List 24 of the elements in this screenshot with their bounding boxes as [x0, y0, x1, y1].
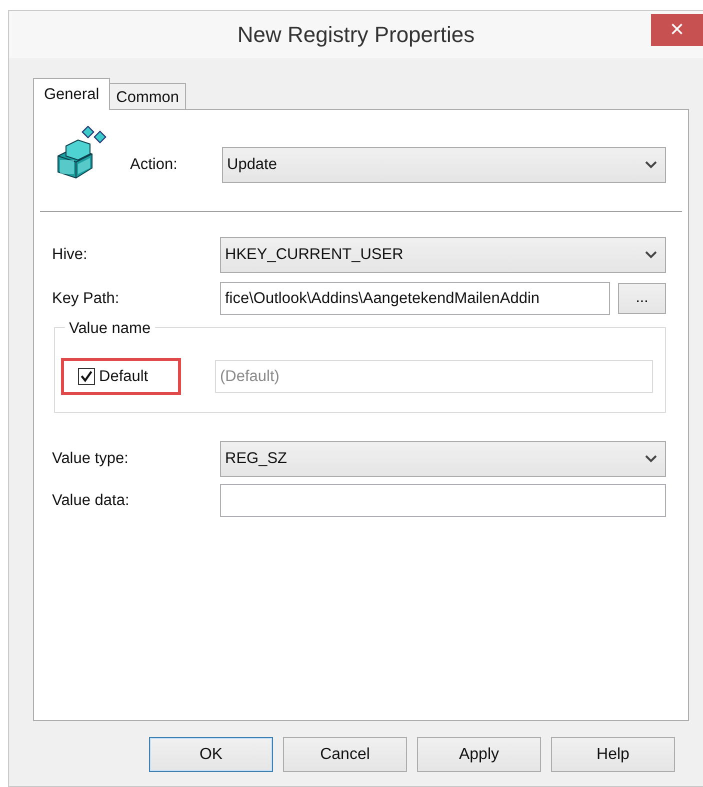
default-checkbox[interactable]: Default	[61, 358, 181, 395]
field-label: Key Path:	[52, 288, 120, 309]
tab[interactable]: General	[33, 78, 110, 110]
tab[interactable]: Common	[109, 83, 186, 109]
key-path-field[interactable]: fice\Outlook\Addins\AangetekendMailenAddin	[220, 282, 610, 315]
chevron-down-icon	[645, 161, 657, 169]
checkmark-icon	[78, 368, 95, 385]
field-label: Value data:	[52, 490, 130, 511]
dialog-button[interactable]: Apply	[417, 737, 541, 772]
browse-button[interactable]: ...	[618, 283, 666, 314]
field-label: Hive:	[52, 245, 88, 266]
action-label: Action:	[130, 155, 178, 176]
dropdown[interactable]: REG_SZ	[220, 441, 666, 477]
chevron-down-icon	[645, 455, 657, 463]
window-title: New Registry Properties	[237, 21, 475, 49]
close-button[interactable]: ×	[651, 14, 703, 46]
dialog-button[interactable]: OK	[149, 737, 273, 772]
chevron-down-icon	[645, 251, 657, 259]
action-dropdown[interactable]: Update	[222, 147, 666, 183]
value-data-field[interactable]	[220, 484, 666, 517]
dialog-button[interactable]: Help	[551, 737, 675, 772]
field-label: Value type:	[52, 449, 130, 470]
dropdown[interactable]: HKEY_CURRENT_USER	[220, 237, 666, 273]
dialog-button[interactable]: Cancel	[283, 737, 407, 772]
